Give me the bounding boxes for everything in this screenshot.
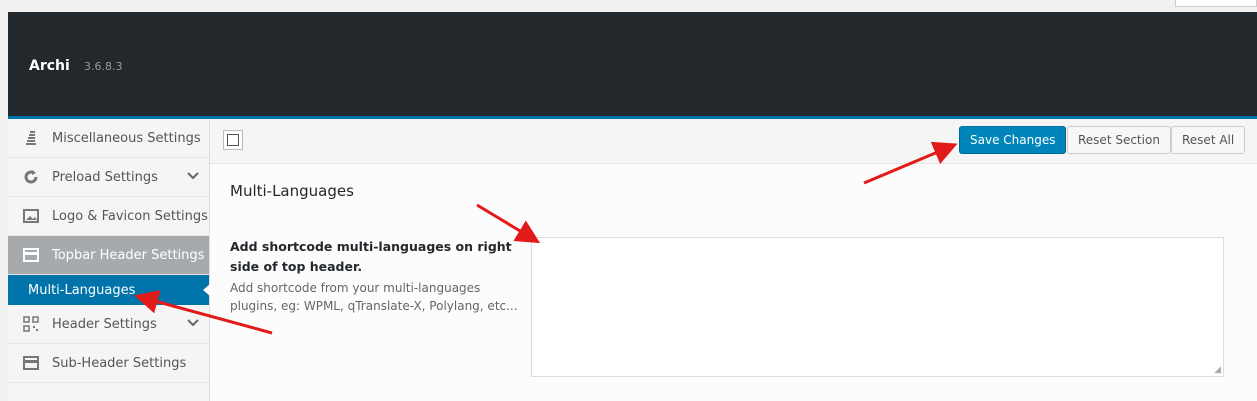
sidebar-item-header[interactable]: Header Settings (8, 305, 209, 344)
refresh-icon (22, 168, 40, 186)
sidebar-item-label: Logo & Favicon Settings (52, 208, 208, 224)
options-content: Multi-Languages Add shortcode multi-lang… (210, 164, 1257, 401)
sidebar-item-miscellaneous[interactable]: Miscellaneous Settings (8, 119, 209, 158)
sidebar-item-preload[interactable]: Preload Settings (8, 158, 209, 197)
sidebar-item-topbar-header[interactable]: Topbar Header Settings (8, 236, 209, 275)
reset-all-button[interactable]: Reset All (1171, 126, 1246, 154)
section-title: Multi-Languages (230, 182, 354, 200)
top-right-box (1175, 0, 1257, 7)
field-label: Add shortcode multi-languages on right s… (230, 239, 512, 274)
chevron-down-icon[interactable] (187, 170, 199, 185)
sidebar-subitem-multi-languages[interactable]: Multi-Languages (8, 275, 210, 305)
chevron-down-icon[interactable] (187, 317, 199, 332)
sidebar-item-label: Preload Settings (52, 169, 158, 185)
sidebar-item-logo-favicon[interactable]: Logo & Favicon Settings (8, 197, 209, 236)
reset-section-button[interactable]: Reset Section (1067, 126, 1171, 154)
settings-sidebar: Miscellaneous Settings Preload Settings … (8, 119, 210, 401)
sidebar-item-label: Sub-Header Settings (52, 355, 187, 371)
shortcode-textarea[interactable]: ◢ (531, 237, 1224, 377)
sidebar-item-label: Topbar Header Settings (52, 247, 205, 263)
theme-title: Archi (29, 58, 70, 74)
sidebar-item-sub-header[interactable]: Sub-Header Settings (8, 344, 209, 383)
resize-grip-icon[interactable]: ◢ (1214, 365, 1221, 375)
theme-version: 3.6.8.3 (84, 60, 123, 73)
sidebar-item-label: Header Settings (52, 316, 157, 332)
panel-header: Archi 3.6.8.3 (8, 12, 1257, 119)
sidebar-subitem-label: Multi-Languages (28, 282, 136, 298)
top-gap (0, 0, 1257, 12)
stack-icon (22, 129, 40, 147)
sidebar-item-label: Miscellaneous Settings (52, 130, 201, 146)
options-toolbar: Save Changes Reset Section Reset All (210, 119, 1257, 164)
qrcode-icon (22, 315, 40, 333)
save-changes-button[interactable]: Save Changes (959, 126, 1067, 154)
expand-options-icon[interactable] (223, 130, 243, 150)
card-icon (22, 354, 40, 372)
image-icon (22, 207, 40, 225)
field-description: Add shortcode from your multi-languages … (230, 281, 518, 313)
card-icon (22, 246, 40, 264)
